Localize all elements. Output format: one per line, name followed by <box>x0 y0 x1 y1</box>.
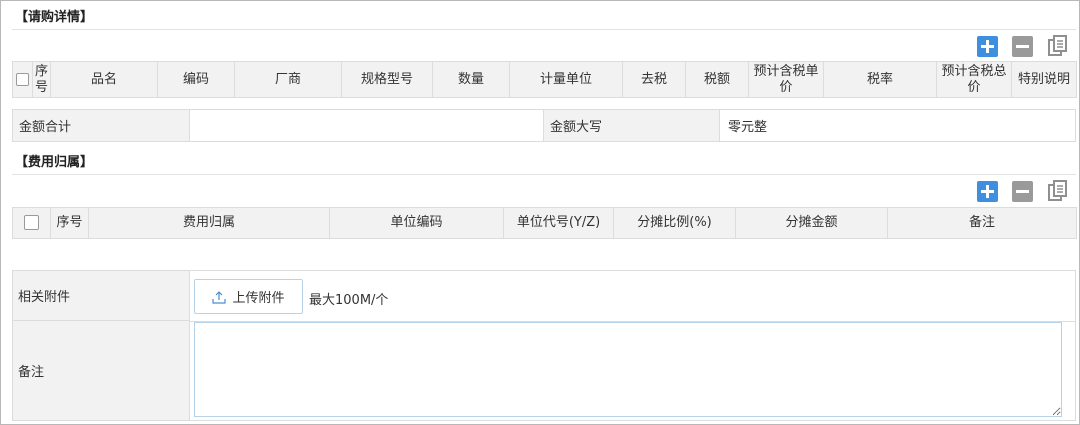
amount-uppercase-label: 金额大写 <box>543 110 720 141</box>
copy-purchase-row-button[interactable] <box>1047 34 1068 56</box>
col-special-notes: 特别说明 <box>1011 61 1077 98</box>
col-expense-seq: 序号 <box>50 207 89 239</box>
col-unit-code: 单位编码 <box>329 207 504 239</box>
remove-purchase-row-button[interactable] <box>1012 36 1033 57</box>
plus-icon-bar <box>986 185 989 198</box>
expense-select-all-checkbox-cell <box>12 207 51 239</box>
select-all-checkbox-cell <box>12 61 33 98</box>
col-expense-remarks: 备注 <box>887 207 1077 239</box>
col-est-unit-price: 预计含税单价 <box>748 61 824 98</box>
minus-icon <box>1016 45 1029 48</box>
plus-icon-bar <box>986 40 989 53</box>
select-all-checkbox[interactable] <box>16 72 29 86</box>
purchase-section-title: 【请购详情】 <box>15 10 94 25</box>
expense-divider <box>12 174 1076 175</box>
purchase-table: 序号 品名 编码 厂商 规格型号 数量 计量单位 去税 税额 预计含税单价 税率… <box>12 61 1077 98</box>
col-manufacturer: 厂商 <box>234 61 342 98</box>
amount-total-label: 金额合计 <box>13 110 190 141</box>
col-est-total-price: 预计含税总价 <box>936 61 1012 98</box>
col-unit: 计量单位 <box>509 61 623 98</box>
remarks-label: 备注 <box>13 321 190 420</box>
upload-icon <box>212 290 227 304</box>
col-quantity: 数量 <box>432 61 510 98</box>
copy-icon <box>1047 179 1067 201</box>
col-tax-amount: 税额 <box>685 61 749 98</box>
col-ex-tax: 去税 <box>622 61 686 98</box>
remove-expense-row-button[interactable] <box>1012 181 1033 202</box>
amount-total-value <box>190 110 543 141</box>
upload-attachment-label: 上传附件 <box>232 291 285 306</box>
attachment-limit-text: 最大100M/个 <box>309 293 389 308</box>
add-purchase-row-button[interactable] <box>977 36 998 57</box>
col-share-ratio: 分摊比例(%) <box>613 207 736 239</box>
expense-table: 序号 费用归属 单位编码 单位代号(Y/Z) 分摊比例(%) 分摊金额 备注 <box>12 207 1077 239</box>
copy-expense-row-button[interactable] <box>1047 179 1068 201</box>
expense-section-title: 【费用归属】 <box>15 155 94 170</box>
purchase-divider <box>12 29 1076 30</box>
col-unit-designation: 单位代号(Y/Z) <box>503 207 614 239</box>
add-expense-row-button[interactable] <box>977 181 998 202</box>
col-share-amount: 分摊金额 <box>735 207 888 239</box>
col-product-name: 品名 <box>50 61 158 98</box>
col-expense-attribution: 费用归属 <box>88 207 330 239</box>
col-spec-model: 规格型号 <box>341 61 433 98</box>
expense-select-all-checkbox[interactable] <box>24 215 39 230</box>
totals-row: 金额合计 金额大写 零元整 <box>12 109 1076 142</box>
purchase-form: 【请购详情】 序号 品名 编码 厂商 规格型号 数量 计量单位 去税 税额 预计… <box>0 0 1080 425</box>
attachments-label: 相关附件 <box>13 271 190 321</box>
col-code: 编码 <box>157 61 235 98</box>
amount-uppercase-value: 零元整 <box>728 120 768 135</box>
expense-table-header: 序号 费用归属 单位编码 单位代号(Y/Z) 分摊比例(%) 分摊金额 备注 <box>12 207 1077 239</box>
col-seq: 序号 <box>32 61 51 98</box>
remarks-textarea[interactable] <box>194 322 1062 417</box>
copy-icon <box>1047 34 1067 56</box>
col-tax-rate: 税率 <box>823 61 937 98</box>
minus-icon <box>1016 190 1029 193</box>
upload-attachment-button[interactable]: 上传附件 <box>194 279 303 314</box>
purchase-table-header: 序号 品名 编码 厂商 规格型号 数量 计量单位 去税 税额 预计含税单价 税率… <box>12 61 1077 98</box>
